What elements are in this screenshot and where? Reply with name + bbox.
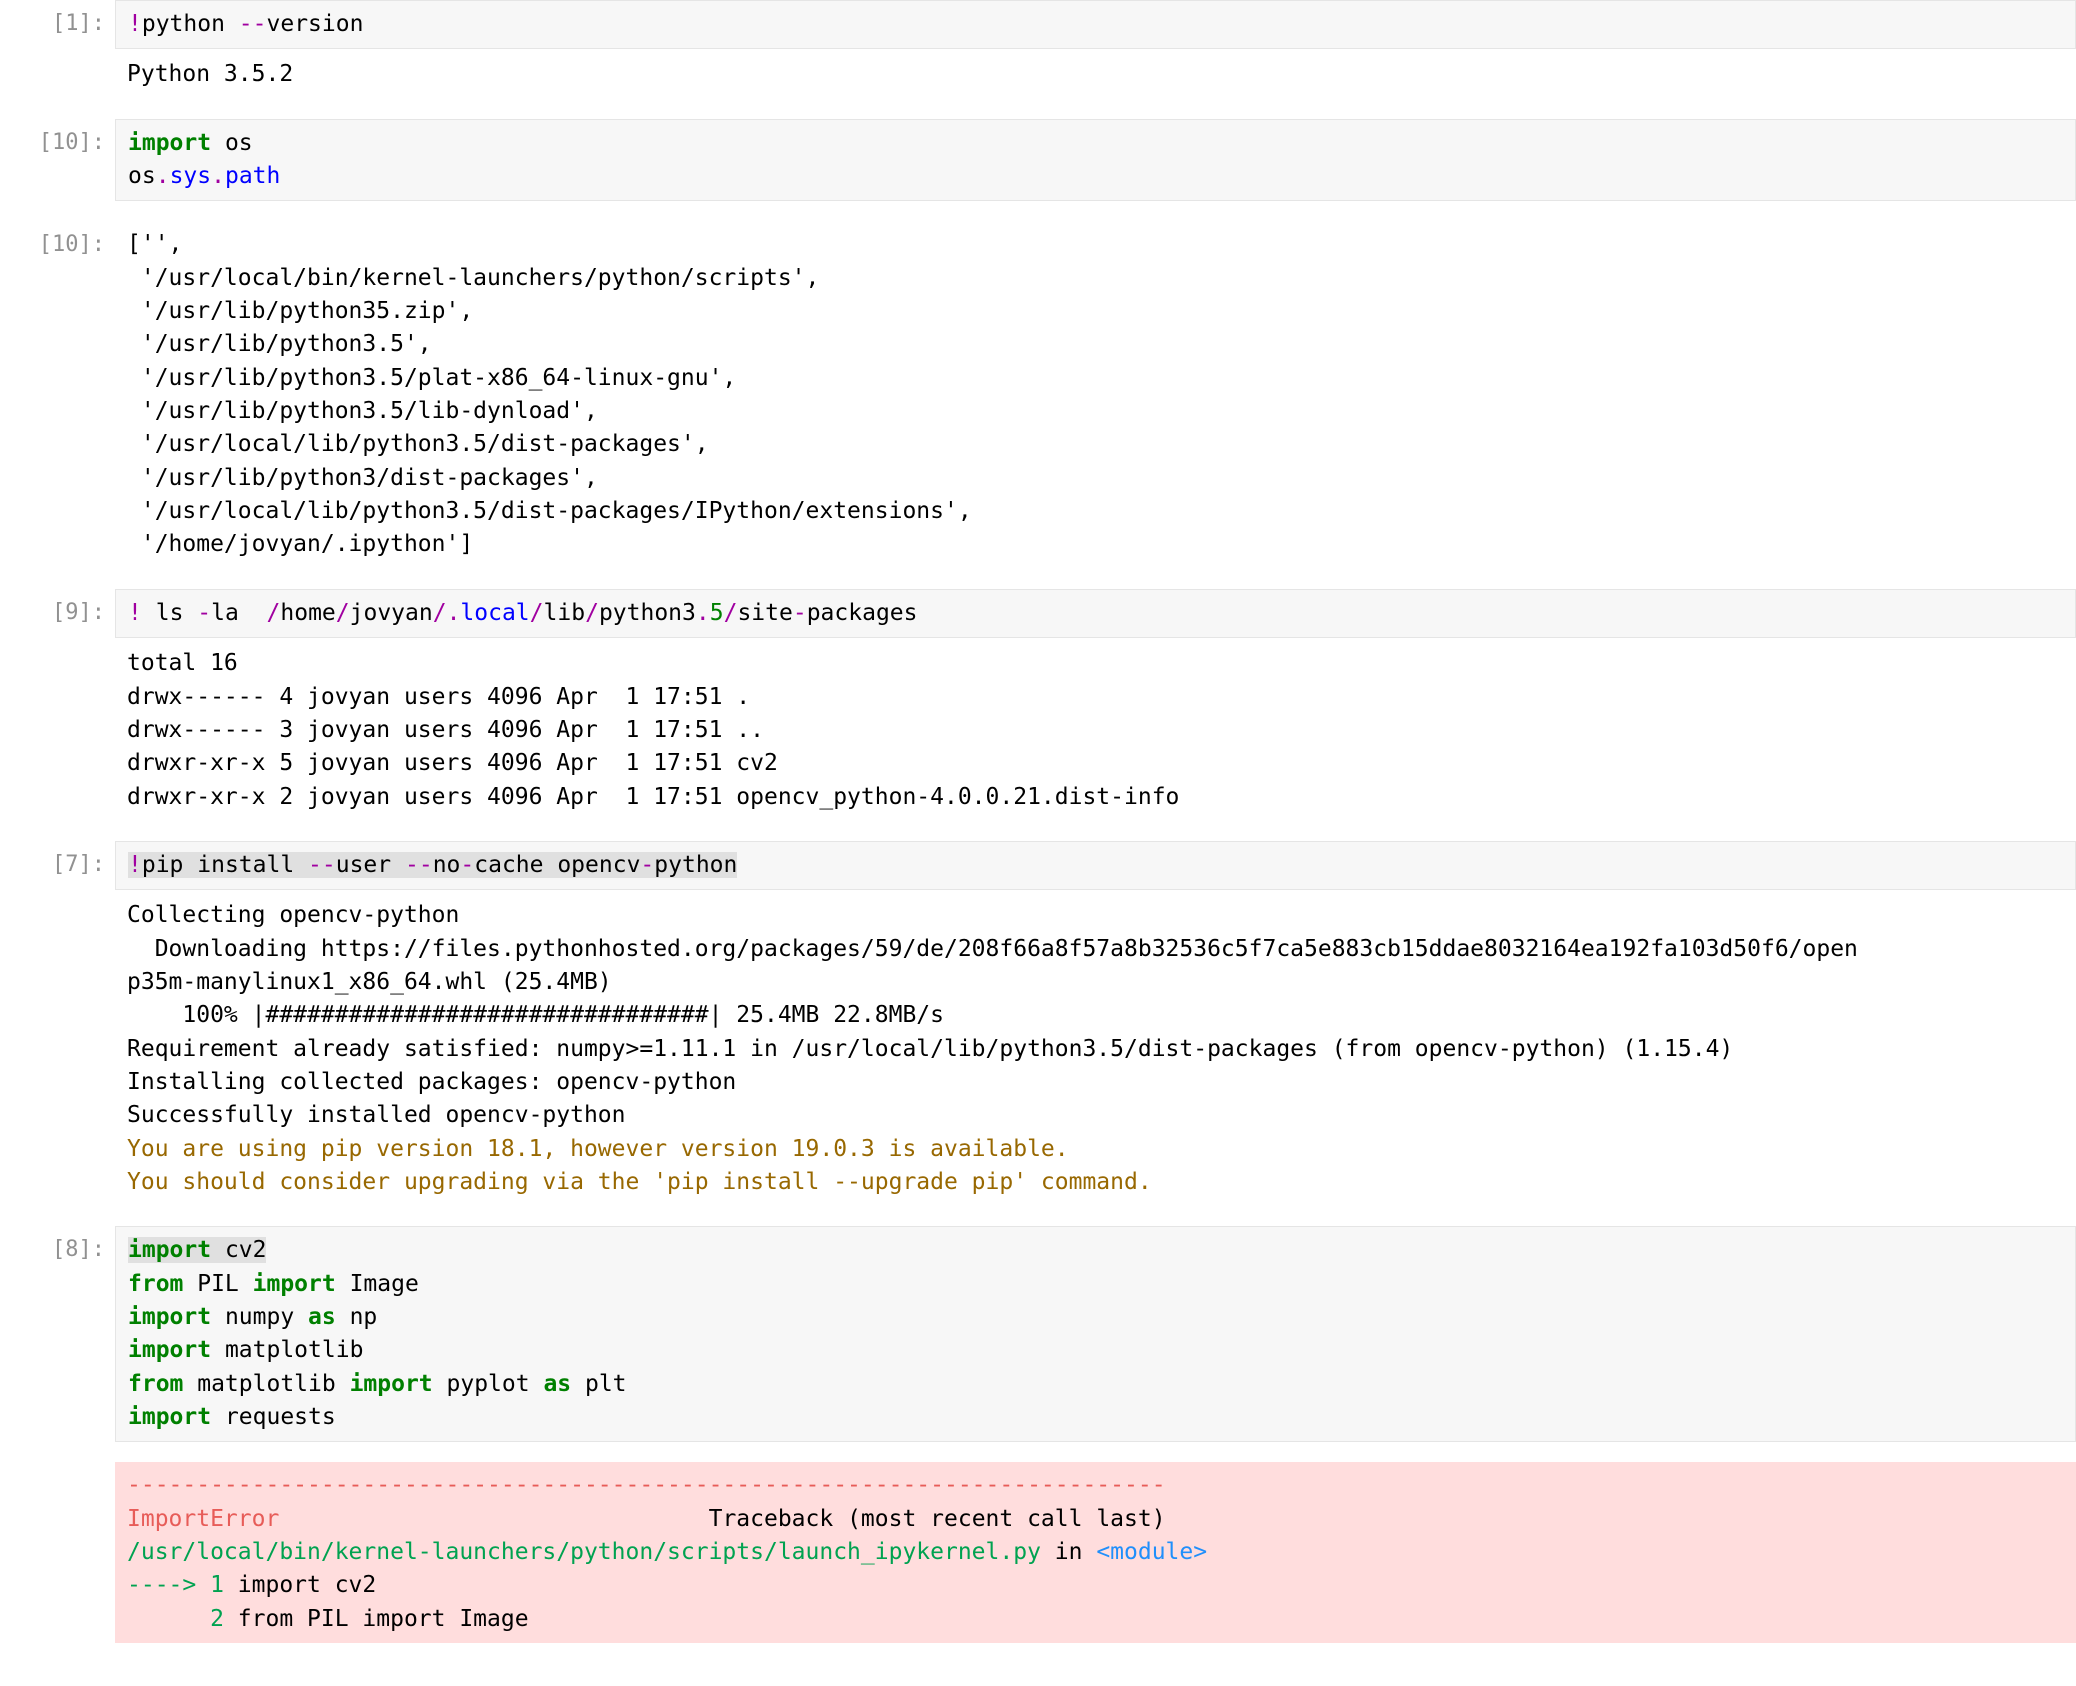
kw-import: import: [128, 1404, 211, 1430]
pip-warning: You are using pip version 18.1, however …: [127, 1136, 1152, 1195]
kw-import: import: [253, 1271, 336, 1297]
input-prompt: [7]:: [0, 841, 115, 889]
output-prompt: [0, 892, 115, 908]
output-cell: Collecting opencv-python Downloading htt…: [0, 892, 2076, 1206]
dash-icon: -: [640, 852, 654, 878]
kw-as: as: [308, 1304, 336, 1330]
kw-as: as: [543, 1371, 571, 1397]
code-input[interactable]: ! ls -la /home/jovyan/.local/lib/python3…: [115, 589, 2076, 638]
kw-import: import: [350, 1371, 433, 1397]
code-cell[interactable]: [10]: import os os.sys.path: [0, 119, 2076, 202]
code-input[interactable]: !python --version: [115, 0, 2076, 49]
stdout-output: Collecting opencv-python Downloading htt…: [115, 892, 2076, 1206]
dot-op: .: [696, 600, 710, 626]
dash-icon: --: [405, 852, 433, 878]
kw-import: import: [128, 1337, 211, 1363]
kw-import: import: [128, 1304, 211, 1330]
pip-stdout: Collecting opencv-python Downloading htt…: [127, 902, 1858, 1128]
slash-dot-icon: /.: [433, 600, 461, 626]
dot-op: .: [211, 163, 225, 189]
code-input[interactable]: import cv2 from PIL import Image import …: [115, 1226, 2076, 1442]
output-prompt: [10]:: [0, 221, 115, 269]
code-input[interactable]: !pip install --user --no-cache opencv-py…: [115, 841, 2076, 890]
code-text: python: [142, 11, 239, 37]
output-cell: [10]: ['', '/usr/local/bin/kernel-launch…: [0, 221, 2076, 568]
flag-la: la: [211, 600, 266, 626]
attr-sys: sys: [170, 163, 212, 189]
flag-word: version: [267, 11, 364, 37]
traceback-output: ----------------------------------------…: [115, 1462, 2076, 1643]
code-cell[interactable]: [1]: !python --version: [0, 0, 2076, 49]
error-cell: ----------------------------------------…: [0, 1462, 2076, 1643]
slash-icon: /: [724, 600, 738, 626]
output-prompt: [0, 1462, 115, 1478]
traceback-label: Traceback (most recent call last): [709, 1506, 1166, 1532]
output-prompt: [0, 640, 115, 656]
output-prompt: [0, 51, 115, 67]
path-local: local: [460, 600, 529, 626]
error-path: /usr/local/bin/kernel-launchers/python/s…: [127, 1539, 1041, 1565]
magic-bang: !: [128, 11, 142, 37]
error-name: ImportError: [127, 1506, 279, 1532]
output-cell: total 16 drwx------ 4 jovyan users 4096 …: [0, 640, 2076, 821]
flag-dash: --: [239, 11, 267, 37]
jupyter-notebook: [1]: !python --version Python 3.5.2 [10]…: [0, 0, 2076, 1643]
error-module: <module>: [1096, 1539, 1207, 1565]
cmd-ls: ls: [156, 600, 198, 626]
slash-icon: /: [336, 600, 350, 626]
code-cell[interactable]: [9]: ! ls -la /home/jovyan/.local/lib/py…: [0, 589, 2076, 638]
attr-path: path: [225, 163, 280, 189]
stdout-output: total 16 drwx------ 4 jovyan users 4096 …: [115, 640, 2076, 821]
slash-icon: /: [585, 600, 599, 626]
output-cell: Python 3.5.2: [0, 51, 2076, 98]
input-prompt: [1]:: [0, 0, 115, 48]
literal-number: 5: [710, 600, 724, 626]
error-lineno: 2: [127, 1606, 224, 1632]
slash-icon: /: [530, 600, 544, 626]
dash-icon: --: [308, 852, 336, 878]
code-cell[interactable]: [7]: !pip install --user --no-cache open…: [0, 841, 2076, 890]
error-arrow: ----> 1: [127, 1572, 224, 1598]
slash-icon: /: [267, 600, 281, 626]
input-prompt: [10]:: [0, 119, 115, 167]
input-prompt: [9]:: [0, 589, 115, 637]
kw-import: import: [128, 1237, 211, 1263]
dot-op: .: [156, 163, 170, 189]
kw-from: from: [128, 1271, 183, 1297]
code-input[interactable]: import os os.sys.path: [115, 119, 2076, 202]
selected-text: !pip install --user --no-cache opencv-py…: [128, 852, 737, 878]
dash-icon: -: [197, 600, 211, 626]
code-cell[interactable]: [8]: import cv2 from PIL import Image im…: [0, 1226, 2076, 1442]
result-output: ['', '/usr/local/bin/kernel-launchers/py…: [115, 221, 2076, 568]
input-prompt: [8]:: [0, 1226, 115, 1274]
code-text: os: [211, 130, 253, 156]
dash-icon: -: [460, 852, 474, 878]
kw-from: from: [128, 1371, 183, 1397]
selected-text: import cv2: [128, 1237, 266, 1263]
error-divider: ----------------------------------------…: [127, 1472, 1166, 1498]
kw-import: import: [128, 130, 211, 156]
dash-icon: -: [793, 600, 807, 626]
magic-bang: !: [128, 600, 142, 626]
magic-bang: !: [128, 852, 142, 878]
code-text: os: [128, 163, 156, 189]
stdout-output: Python 3.5.2: [115, 51, 2076, 98]
